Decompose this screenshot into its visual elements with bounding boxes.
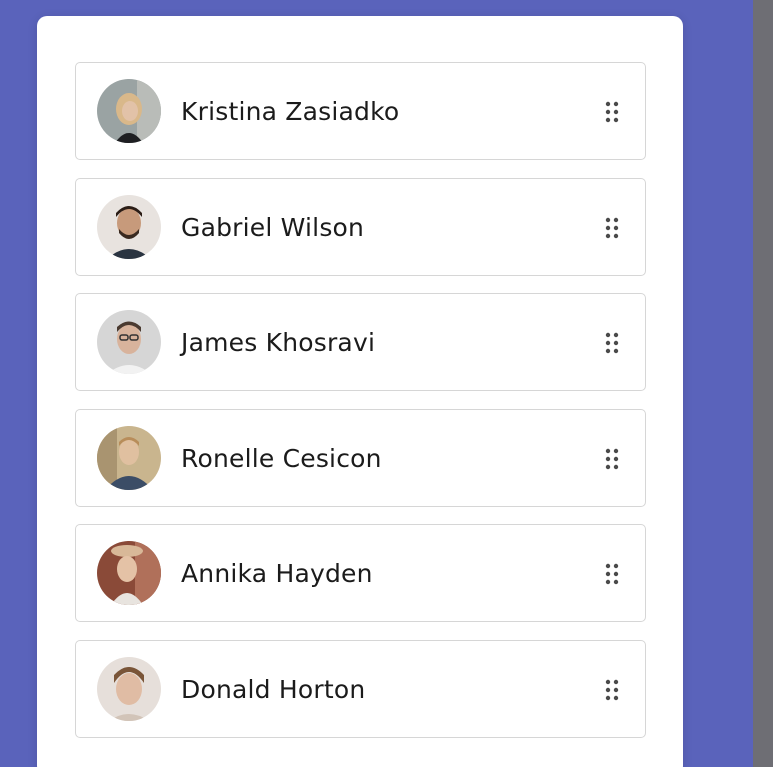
avatar bbox=[97, 541, 161, 605]
list-item[interactable]: Gabriel Wilson bbox=[75, 177, 646, 276]
sortable-list-card: Kristina Zasiadko Gabriel Wilson James K… bbox=[37, 16, 683, 767]
avatar bbox=[97, 656, 161, 721]
avatar bbox=[97, 425, 161, 490]
drag-handle-icon[interactable] bbox=[605, 679, 619, 701]
avatar bbox=[97, 79, 161, 143]
drag-handle-icon[interactable] bbox=[605, 332, 619, 354]
person-name: James Khosravi bbox=[181, 328, 376, 357]
person-name: Annika Hayden bbox=[181, 559, 373, 588]
list-item[interactable]: James Khosravi bbox=[75, 293, 646, 391]
list-item[interactable]: Kristina Zasiadko bbox=[75, 62, 646, 160]
person-name: Donald Horton bbox=[181, 674, 366, 704]
list-item[interactable]: Donald Horton bbox=[75, 639, 646, 738]
list-item[interactable]: Ronelle Cesicon bbox=[75, 408, 646, 507]
person-name: Gabriel Wilson bbox=[181, 212, 365, 242]
sortable-list: Kristina Zasiadko Gabriel Wilson James K… bbox=[75, 62, 646, 755]
avatar bbox=[97, 310, 161, 374]
avatar bbox=[97, 194, 161, 259]
drag-handle-icon[interactable] bbox=[605, 217, 619, 239]
person-name: Kristina Zasiadko bbox=[181, 97, 400, 126]
person-name: Ronelle Cesicon bbox=[181, 443, 382, 473]
window-edge bbox=[753, 0, 773, 767]
list-item[interactable]: Annika Hayden bbox=[75, 524, 646, 622]
drag-handle-icon[interactable] bbox=[605, 563, 619, 585]
drag-handle-icon[interactable] bbox=[605, 101, 619, 123]
drag-handle-icon[interactable] bbox=[605, 448, 619, 470]
